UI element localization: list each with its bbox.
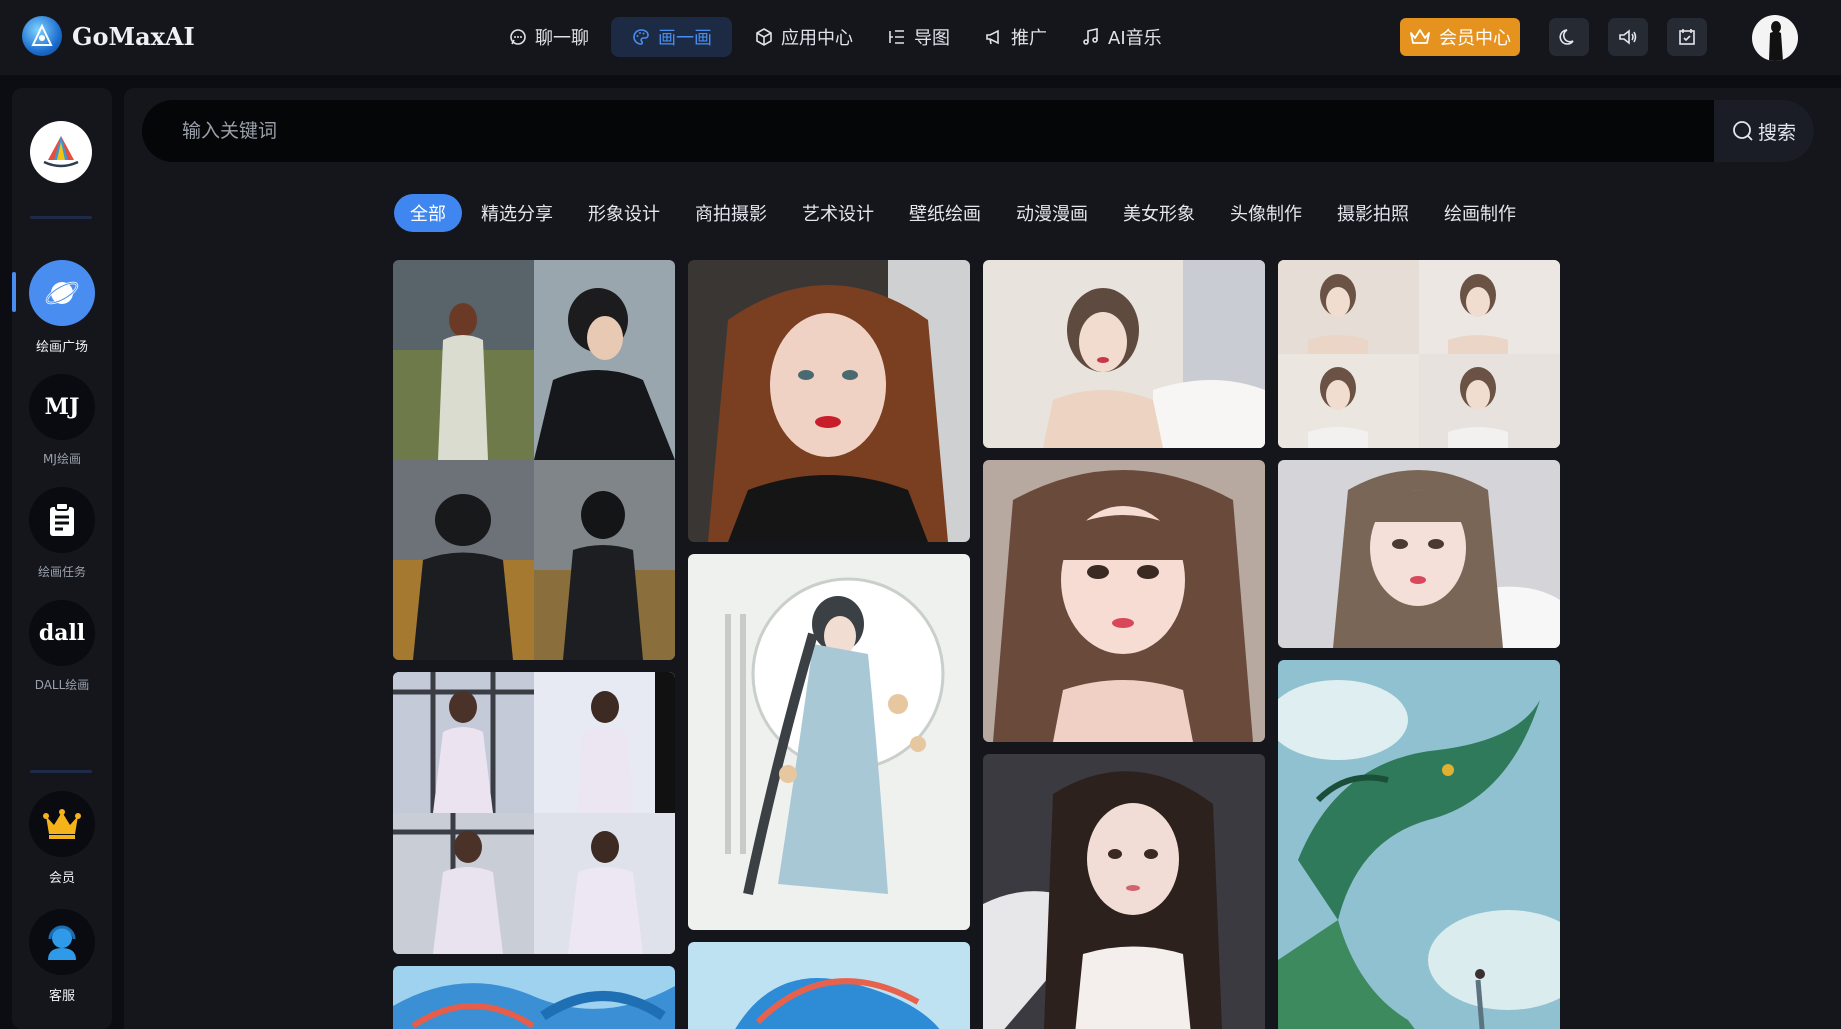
sidebar-item-label: 客服 [48,989,75,1004]
nav-draw-label: 画一画 [658,28,712,49]
mj-badge: MJ [29,374,95,440]
checkin-button[interactable] [1667,18,1707,56]
search-input[interactable] [182,100,1582,162]
mindmap-icon [889,30,904,44]
dall-badge: dall [29,600,95,666]
gallery-image[interactable] [1278,460,1560,648]
nav-app-center[interactable]: 应用中心 [742,17,865,57]
gallery-image[interactable] [393,672,675,954]
sidebar-item-plaza[interactable]: 绘画广场 [12,260,112,355]
megaphone-icon [986,29,999,45]
tab-all[interactable]: 全部 [394,194,462,232]
vip-center-button[interactable]: 会员中心 [1400,18,1520,56]
sidebar-item-mj[interactable]: MJ MJ绘画 [12,374,112,467]
sidebar-item-support[interactable]: 客服 [12,909,112,1004]
brand-logo-icon [22,16,62,56]
gallery-image[interactable] [983,460,1265,742]
vip-center-label: 会员中心 [1439,28,1511,49]
cube-icon [756,28,772,46]
sidebar-item-label: 会员 [48,871,75,886]
tab-anime[interactable]: 动漫漫画 [1000,194,1104,232]
gallery-image[interactable] [983,260,1265,448]
nav-app-center-label: 应用中心 [781,28,853,49]
sidebar-logo-icon[interactable] [30,121,92,183]
sidebar-item-member[interactable]: 会员 [12,791,112,886]
category-tabs: 全部 精选分享 形象设计 商拍摄影 艺术设计 壁纸绘画 动漫漫画 美女形象 头像… [394,194,1535,232]
sidebar-item-label: 绘画广场 [35,340,88,355]
top-bar: GoMaxAI 聊一聊 画一画 应用中心 导图 推广 AI音乐 会员中心 [0,0,1841,75]
sidebar-item-label: MJ绘画 [43,452,81,466]
search-button[interactable]: 搜索 [1714,100,1814,162]
tab-beauty[interactable]: 美女形象 [1107,194,1211,232]
moon-icon [1559,29,1574,45]
nav-chat-label: 聊一聊 [535,28,589,49]
tab-painting[interactable]: 绘画制作 [1428,194,1532,232]
gallery-image[interactable] [688,554,970,930]
brand-name: GoMaxAI [72,21,195,51]
tab-wallpaper[interactable]: 壁纸绘画 [893,194,997,232]
sidebar-divider [30,770,92,773]
gallery-image[interactable] [688,260,970,542]
nav-promote[interactable]: 推广 [972,17,1059,57]
sidebar-item-label: DALL绘画 [34,678,90,692]
nav-chat[interactable]: 聊一聊 [496,17,601,57]
nav-promote-label: 推广 [1011,28,1047,49]
planet-icon [29,260,95,326]
nav-mindmap[interactable]: 导图 [875,17,962,57]
sidebar-divider [30,216,92,219]
nav-ai-music-label: AI音乐 [1108,28,1162,49]
headset-icon [29,909,95,975]
sidebar-item-dall[interactable]: dall DALL绘画 [12,600,112,693]
search-icon [1733,121,1753,141]
gallery-image[interactable] [983,754,1265,1029]
tab-featured[interactable]: 精选分享 [465,194,569,232]
music-note-icon [1083,28,1098,45]
tab-commercial-photo[interactable]: 商拍摄影 [679,194,783,232]
speaker-icon [1619,29,1637,45]
sidebar: 绘画广场 MJ MJ绘画 绘画任务 dall DALL绘画 会员 客服 [12,88,112,1029]
tab-image-design[interactable]: 形象设计 [572,194,676,232]
sidebar-item-label: 绘画任务 [37,565,86,579]
tab-art-design[interactable]: 艺术设计 [786,194,890,232]
crown-icon [29,791,95,857]
chat-bubble-icon [510,29,526,45]
tab-avatar[interactable]: 头像制作 [1214,194,1318,232]
image-gallery [393,260,1563,1029]
palette-icon [633,29,649,45]
brand[interactable]: GoMaxAI [22,16,195,56]
main-panel: 搜索 全部 精选分享 形象设计 商拍摄影 艺术设计 壁纸绘画 动漫漫画 美女形象… [124,88,1841,1029]
crown-icon [1410,29,1430,44]
nav-mindmap-label: 导图 [914,28,950,49]
user-avatar[interactable] [1752,15,1798,61]
main-nav: 聊一聊 画一画 应用中心 导图 推广 AI音乐 [496,17,1174,57]
gallery-image[interactable] [688,942,970,1029]
theme-toggle-button[interactable] [1549,18,1589,56]
calendar-check-icon [1679,29,1695,45]
clipboard-icon [29,487,95,553]
gallery-image[interactable] [1278,660,1560,1029]
tab-photography[interactable]: 摄影拍照 [1321,194,1425,232]
search-bar: 搜索 [142,100,1814,162]
sidebar-item-tasks[interactable]: 绘画任务 [12,487,112,580]
gallery-image[interactable] [393,966,675,1029]
sound-toggle-button[interactable] [1608,18,1648,56]
nav-ai-music[interactable]: AI音乐 [1069,17,1174,57]
gallery-image[interactable] [393,260,675,660]
nav-draw[interactable]: 画一画 [611,17,732,57]
search-button-label: 搜索 [1757,121,1796,144]
gallery-image[interactable] [1278,260,1560,448]
